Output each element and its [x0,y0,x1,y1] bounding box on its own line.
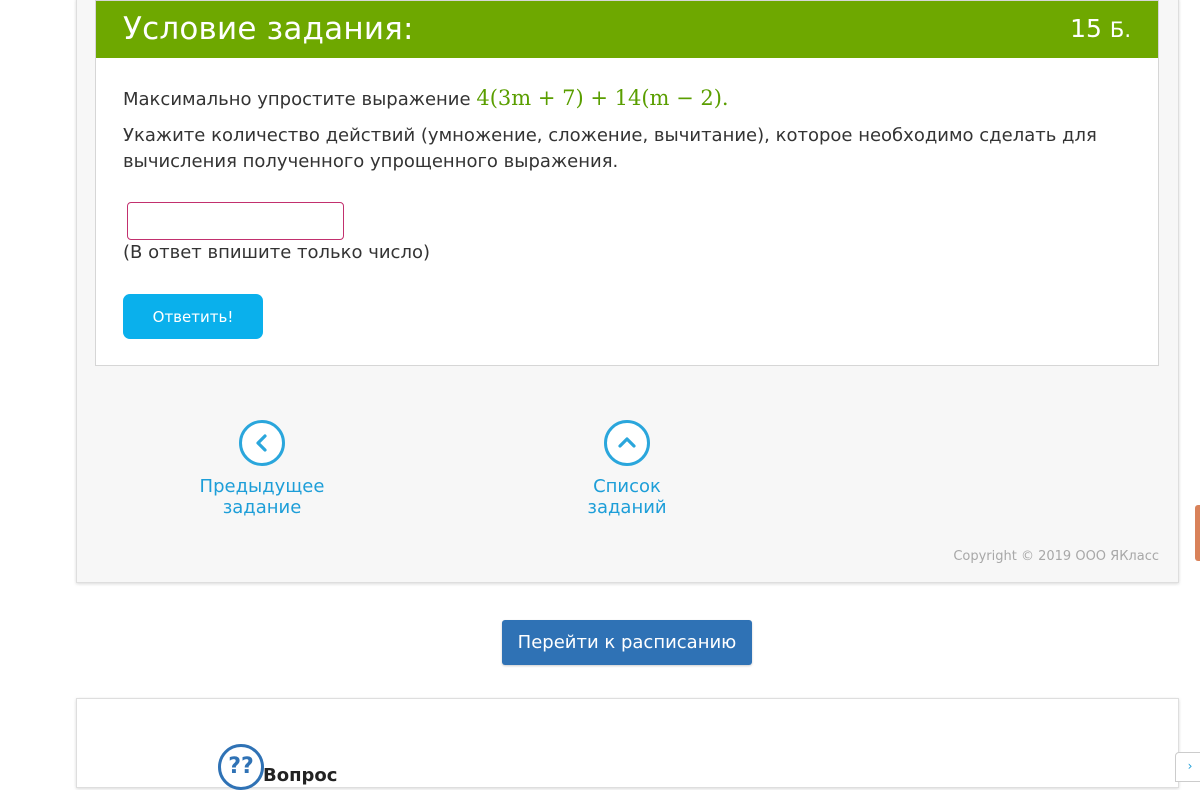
side-feedback-tab[interactable] [1195,505,1200,561]
copyright-text: Copyright © 2019 ООО ЯКласс [953,549,1159,564]
task-title: Условие задания: [123,11,414,47]
instruction-text: Укажите количество действий (умножение, … [123,125,1097,172]
schedule-button[interactable]: Перейти к расписанию [502,620,752,665]
chevron-up-circle-icon[interactable] [604,420,650,466]
submit-button[interactable]: Ответить! [123,294,263,339]
prev-task-link[interactable]: Предыдущее задание [160,420,364,518]
task-list-link[interactable]: Список заданий [551,420,703,518]
problem-prefix: Максимально упростите выражение [123,89,471,110]
corner-widget-icon[interactable]: › [1175,752,1200,782]
question-card-title: Вопрос [263,765,338,786]
points-value: 15 [1070,14,1102,43]
problem-statement: Максимально упростите выражение 4(3m + 7… [123,86,729,110]
answer-hint: (В ответ впишите только число) [123,242,430,263]
task-box: Условие задания: 15 Б. Максимально упрос… [95,0,1159,366]
question-circle-icon: ?? [218,744,264,790]
prev-task-label[interactable]: Предыдущее задание [200,476,325,518]
task-list-label[interactable]: Список заданий [587,476,666,518]
answer-input[interactable] [127,202,344,240]
points-unit: Б. [1109,18,1131,42]
task-points: 15 Б. [1070,14,1131,43]
question-card: ?? Вопрос [76,698,1179,790]
formula: 4(3m + 7) + 14(m − 2). [476,86,729,110]
task-header: Условие задания: 15 Б. [96,1,1158,58]
chevron-left-circle-icon[interactable] [239,420,285,466]
